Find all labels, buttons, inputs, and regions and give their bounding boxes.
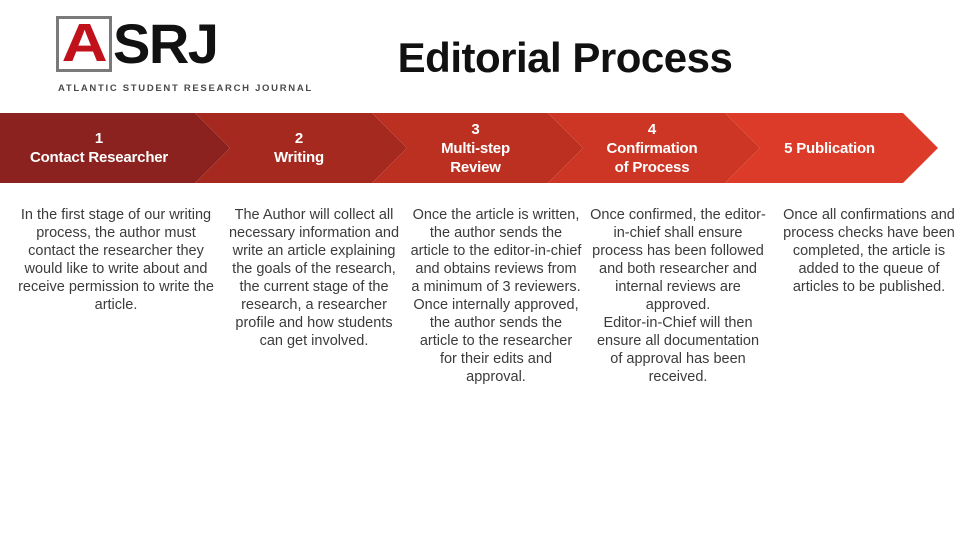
- logo-mark: A SRJ: [56, 12, 219, 75]
- process-step-description-5: Once all confirmations and process check…: [783, 207, 955, 295]
- process-step-description-2: The Author will collect all necessary in…: [228, 207, 400, 349]
- page-title: Editorial Process: [397, 34, 733, 81]
- process-step-label-2: 2 Writing: [274, 130, 324, 166]
- process-step-description-1: In the first stage of our writing proces…: [18, 207, 214, 313]
- process-step-label-4: 4 Confirmation of Process: [606, 120, 698, 176]
- process-step-description-3: Once the article is written, the author …: [410, 207, 582, 385]
- logo-letter-a-box: A: [56, 16, 112, 72]
- process-step-chevron-5[interactable]: 5 Publication: [725, 113, 938, 183]
- process-description-columns: In the first stage of our writing proces…: [0, 206, 960, 386]
- logo-wordmark-srj: SRJ: [113, 12, 219, 75]
- asrj-logo: A SRJ ATLANTIC STUDENT RESEARCH JOURNAL: [56, 12, 313, 98]
- logo-subtitle: ATLANTIC STUDENT RESEARCH JOURNAL: [58, 83, 313, 94]
- process-step-description-4: Once confirmed, the editor-in-chief shal…: [590, 207, 766, 385]
- process-step-label-3: 3 Multi-step Review: [441, 120, 510, 176]
- logo-letter-a: A: [61, 13, 108, 73]
- process-step-label-1: 1 Contact Researcher: [29, 130, 169, 166]
- header: A SRJ ATLANTIC STUDENT RESEARCH JOURNAL …: [0, 0, 960, 113]
- process-chevron-band: 1 Contact Researcher 2 Writing 3 Multi-s…: [0, 113, 960, 183]
- process-step-label-5: 5 Publication: [784, 139, 875, 157]
